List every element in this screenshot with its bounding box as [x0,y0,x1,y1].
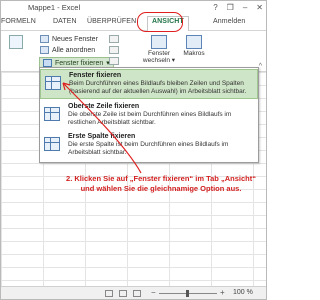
menu-item-freeze-top-row[interactable]: Oberste Zeile fixieren Die oberste Zeile… [40,101,258,131]
menu-item-description: Die erste Spalte ist beim Durchführen ei… [68,141,229,156]
freeze-top-row-icon [44,107,60,121]
freeze-panes-label: Fenster fixieren [55,59,104,67]
arrange-all-button[interactable]: Alle anordnen [40,46,95,54]
menu-item-title: Erste Spalte fixieren [68,133,136,140]
new-window-icon [40,35,49,43]
window-controls: ? ❐ – ✕ [213,1,263,14]
switch-windows-label: Fenster wechseln ▾ [142,50,176,64]
window-title: Mappe1 - Excel [28,3,81,12]
page-break-view-icon[interactable] [133,290,141,297]
new-window-label: Neues Fenster [52,35,98,43]
switch-windows-button[interactable]: Fenster wechseln ▾ [141,35,177,64]
ribbon-panel: Neues Fenster Alle anordnen Fenster fixi… [1,32,266,72]
page-layout-view-icon[interactable] [119,290,127,297]
menu-item-title: Fenster fixieren [69,72,122,79]
close-button[interactable]: ✕ [256,1,263,14]
menu-item-description: Beim Durchführen eines Bildlaufs bleiben… [69,80,247,95]
collapse-ribbon-icon[interactable]: ^ [259,63,262,70]
tab-ueberpruefen[interactable]: ÜBERPRÜFEN [87,18,136,25]
ribbon-tabs: FORMELN DATEN ÜBERPRÜFEN ANSICHT Anmelde… [1,15,266,31]
freeze-panes-menu: Fenster fixieren Beim Durchführen eines … [39,67,259,163]
zoom-slider-thumb[interactable] [186,290,189,297]
sign-in-link[interactable]: Anmelden [213,18,245,25]
zoom-selection-icon [9,35,23,49]
freeze-first-column-icon [44,137,60,151]
macros-label: Makros [183,50,205,57]
menu-item-freeze-first-column[interactable]: Erste Spalte fixieren Die erste Spalte i… [40,131,258,161]
switch-windows-icon [151,35,167,49]
new-window-button[interactable]: Neues Fenster [40,35,98,43]
annotation-highlight-ring [137,12,183,32]
window-tools-group [109,35,119,65]
annotation-line-2: und wählen Sie die gleichnamige Option a… [80,184,242,193]
tab-formeln[interactable]: FORMELN [1,18,36,25]
tab-daten[interactable]: DATEN [53,18,77,25]
zoom-level[interactable]: 100 % [233,289,253,296]
freeze-panes-option-icon [45,76,61,90]
title-bar: Mappe1 - Excel ? ❐ – ✕ [1,1,266,14]
annotation-line-1: 2. Klicken Sie auf „Fenster fixieren“ im… [66,174,256,183]
zoom-out-button[interactable]: − [151,288,156,297]
normal-view-icon[interactable] [105,290,113,297]
macros-icon [186,35,202,49]
menu-item-title: Oberste Zeile fixieren [68,103,140,110]
menu-item-freeze-panes[interactable]: Fenster fixieren Beim Durchführen eines … [40,69,258,99]
zoom-to-selection-button[interactable] [1,35,31,49]
menu-item-description: Die oberste Zeile ist beim Durchführen e… [68,111,232,126]
minimize-button[interactable]: – [243,1,247,14]
split-icon[interactable] [109,35,119,43]
hide-icon[interactable] [109,46,119,54]
restore-ribbon-icon[interactable]: ❐ [227,1,234,14]
view-buttons [105,290,141,297]
freeze-panes-icon [43,59,52,67]
arrange-all-icon [40,46,49,54]
status-bar: − + 100 % [1,286,266,299]
instruction-annotation: 2. Klicken Sie auf „Fenster fixieren“ im… [51,174,266,194]
arrange-all-label: Alle anordnen [52,46,96,54]
zoom-in-button[interactable]: + [220,288,225,297]
excel-window: Mappe1 - Excel ? ❐ – ✕ FORMELN DATEN ÜBE… [0,0,267,300]
unhide-icon[interactable] [109,57,119,65]
macros-button[interactable]: Makros [181,35,207,57]
help-icon[interactable]: ? [213,1,217,14]
